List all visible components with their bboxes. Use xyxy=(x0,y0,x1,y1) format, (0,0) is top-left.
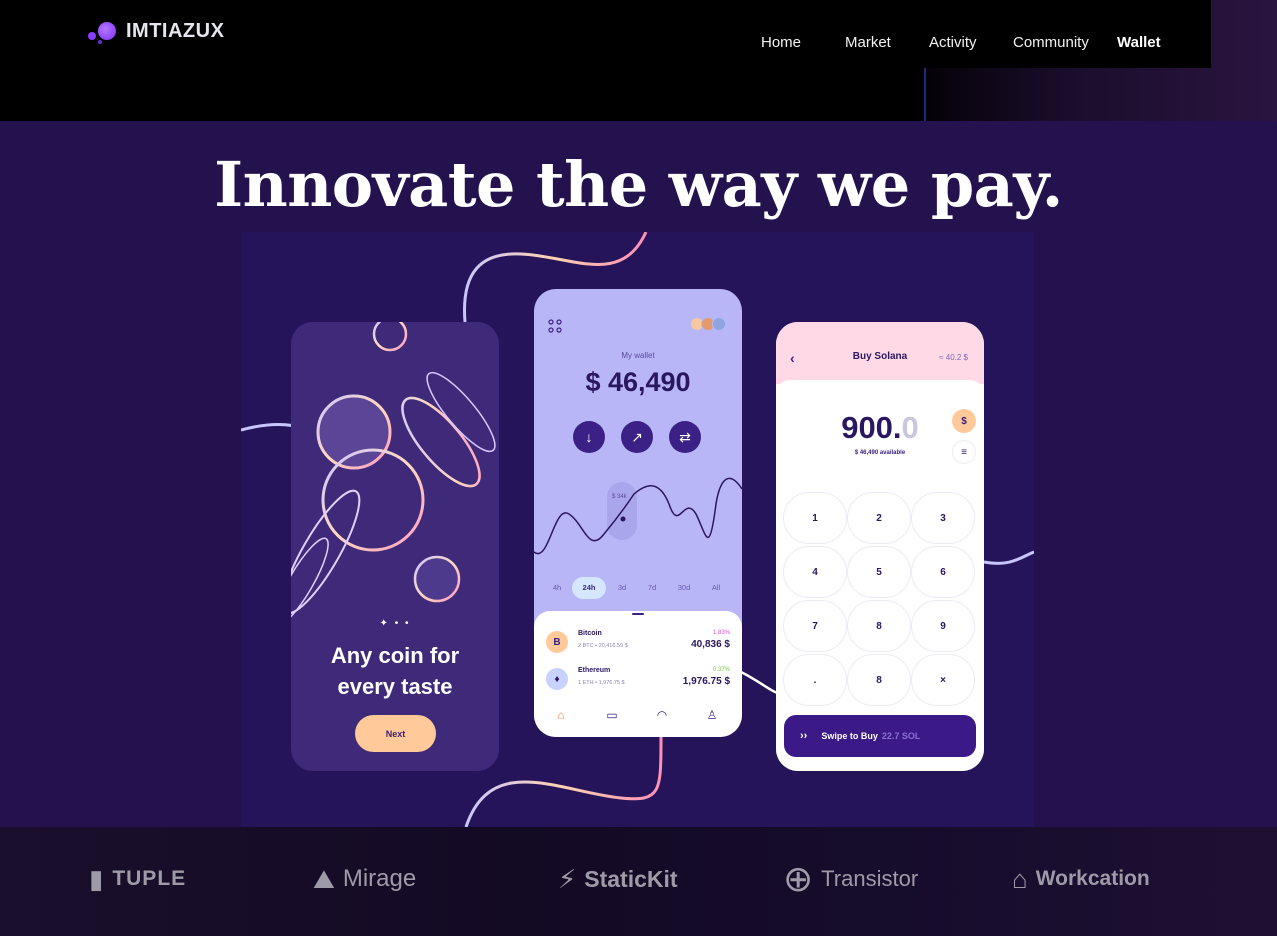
arrow-down-icon: ↓ xyxy=(585,429,593,445)
avatar xyxy=(712,317,726,331)
statickit-icon: ⚡ xyxy=(558,864,577,894)
swipe-to-buy-slider[interactable]: ›› Swipe to Buy 22.7 SOL xyxy=(784,715,976,757)
logo-dot-icon xyxy=(88,32,96,40)
partner-logos: ▮ TUPLE ⛰ Mirage ⚡ StaticKit ⊕ Transisto… xyxy=(0,827,1277,936)
onboarding-phone: ✦ • • Any coin for every taste Next xyxy=(291,322,499,771)
keypad-key[interactable]: 1 xyxy=(783,492,847,544)
chart-icon[interactable]: ◠ xyxy=(654,707,670,723)
top-bar: IMTIAZUX Home Market Activity Community … xyxy=(0,0,1277,121)
coin-change: 0.37% xyxy=(712,667,730,673)
onboarding-title-line1: Any coin for xyxy=(330,643,460,668)
tab-3d[interactable]: 3d xyxy=(608,577,636,599)
coin-name: Ethereum xyxy=(578,667,611,674)
buy-phone: ‹ Buy Solana ≈ 40.2 $ 900.0 $ 46,490 ava… xyxy=(776,322,984,771)
tab-4h[interactable]: 4h xyxy=(544,577,570,599)
nav-activity[interactable]: Activity xyxy=(929,34,977,51)
tab-all[interactable]: All xyxy=(702,577,730,599)
coin-row-ethereum[interactable]: ♦ Ethereum 1 ETH • 1,976.75 $ 0.37% 1,97… xyxy=(544,666,732,696)
wallet-icon[interactable]: ▭ xyxy=(604,707,620,723)
keypad-key[interactable]: 8 xyxy=(847,654,911,706)
price-chart[interactable] xyxy=(534,474,742,574)
nav-home[interactable]: Home xyxy=(761,34,801,51)
keypad-key[interactable]: . xyxy=(783,654,847,706)
coin-change: 1.83% xyxy=(712,630,730,636)
solana-coin-icon[interactable]: ≡ xyxy=(952,440,976,464)
coins-illustration-icon xyxy=(291,322,496,622)
onboarding-title-line2: every taste xyxy=(337,674,453,699)
coin-holdings: 1 ETH • 1,976.75 $ xyxy=(578,680,625,686)
keypad-key[interactable]: 8 xyxy=(847,600,911,652)
wallet-balance: $ 46,490 xyxy=(585,367,691,397)
tab-24h[interactable]: 24h xyxy=(572,577,606,599)
nav-divider xyxy=(924,68,926,121)
chart-tooltip: $ 34k xyxy=(612,494,627,500)
profile-icon[interactable]: ♙ xyxy=(704,707,720,723)
nav-market[interactable]: Market xyxy=(845,34,891,51)
receive-button[interactable]: ↓ xyxy=(573,421,605,453)
buy-rate: ≈ 40.2 $ xyxy=(939,353,968,362)
swap-arrows-icon: ⇄ xyxy=(679,428,691,445)
swipe-label: Swipe to Buy xyxy=(821,731,878,741)
bitcoin-icon: B xyxy=(546,631,568,653)
coin-value: 1,976.75 $ xyxy=(682,676,730,687)
coin-name: Bitcoin xyxy=(578,630,602,637)
coin-row-bitcoin[interactable]: B Bitcoin 2 BTC • 20,416.59 $ 1.83% 40,8… xyxy=(544,629,732,659)
workcation-icon: ⌂ xyxy=(1012,864,1028,894)
dollar-coin-icon[interactable]: $ xyxy=(952,409,976,433)
logo-mirage: ⛰ Mirage xyxy=(313,864,417,894)
nav-community[interactable]: Community xyxy=(1013,34,1089,51)
coin-value: 40,836 $ xyxy=(691,639,730,650)
keypad-key[interactable]: 6 xyxy=(911,546,975,598)
keypad-delete-key[interactable]: × xyxy=(911,654,975,706)
send-button[interactable]: ↗ xyxy=(621,421,653,453)
time-range-tabs: 4h 24h 3d 7d 30d All xyxy=(544,577,732,599)
wallet-phone: My wallet $ 46,490 ↓ ↗ ⇄ $ 34k 4h 24h 3d… xyxy=(534,289,742,737)
onboarding-title: Any coin for every taste xyxy=(291,640,499,702)
logo-dot-small-icon xyxy=(98,40,102,44)
keypad-key[interactable]: 3 xyxy=(911,492,975,544)
menu-grid-icon[interactable] xyxy=(548,319,562,333)
logo-orb-icon xyxy=(98,22,116,40)
logo-statickit: ⚡ StaticKit xyxy=(558,864,678,894)
coin-holdings: 2 BTC • 20,416.59 $ xyxy=(578,643,628,649)
swap-button[interactable]: ⇄ xyxy=(669,421,701,453)
keypad-key[interactable]: 9 xyxy=(911,600,975,652)
keypad-key[interactable]: 2 xyxy=(847,492,911,544)
sheet-handle[interactable] xyxy=(632,613,644,615)
home-icon[interactable]: ⌂ xyxy=(553,707,569,723)
tab-7d[interactable]: 7d xyxy=(638,577,666,599)
tab-30d[interactable]: 30d xyxy=(668,577,700,599)
keypad-key[interactable]: 7 xyxy=(783,600,847,652)
ethereum-icon: ♦ xyxy=(546,668,568,690)
carousel-dots[interactable]: ✦ • • xyxy=(291,618,499,629)
hero-title: Innovate the way we pay. xyxy=(214,148,1063,221)
wallet-label: My wallet xyxy=(621,351,655,360)
keypad-key[interactable]: 4 xyxy=(783,546,847,598)
logo-workcation: ⌂ Workcation xyxy=(1012,864,1150,894)
contacts-avatars[interactable] xyxy=(690,317,726,331)
logo-transistor: ⊕ Transistor xyxy=(783,858,919,899)
tuple-icon: ▮ xyxy=(89,864,105,894)
logo-tuple: ▮ TUPLE xyxy=(89,864,187,894)
next-button[interactable]: Next xyxy=(355,715,436,752)
arrow-up-right-icon: ↗ xyxy=(631,428,643,445)
brand-name: IMTIAZUX xyxy=(126,20,225,42)
transistor-icon: ⊕ xyxy=(783,858,814,899)
double-chevron-icon: ›› xyxy=(800,730,808,742)
swipe-amount: 22.7 SOL xyxy=(881,731,921,741)
nav-wallet[interactable]: Wallet xyxy=(1117,34,1161,51)
mirage-icon: ⛰ xyxy=(313,864,335,894)
keypad-key[interactable]: 5 xyxy=(847,546,911,598)
